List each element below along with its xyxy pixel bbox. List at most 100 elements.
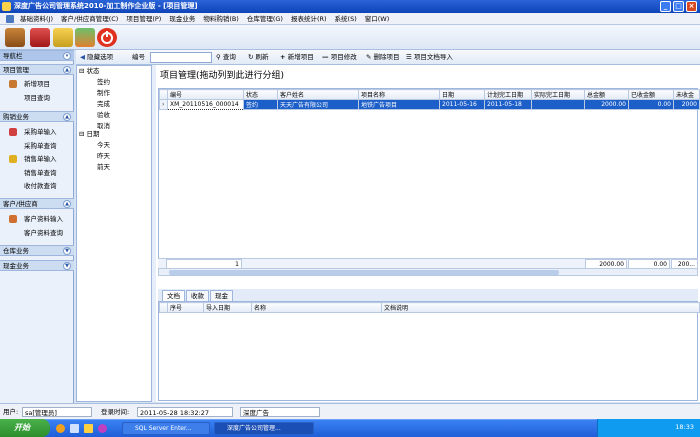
column-header[interactable]: 计划完工日期 [484, 89, 532, 100]
toolbox-icon[interactable] [30, 28, 50, 47]
nav-item-label: 客户资料查询 [24, 229, 63, 237]
chevron-down-icon[interactable]: ▼ [63, 247, 71, 255]
menu-materials[interactable]: 物料购销(B) [199, 13, 243, 25]
window-title: 深度广告公司管理系统2010-加工制作企业版 - [项目管理] [14, 2, 198, 10]
tree-node-date-yesterday[interactable]: 昨天 [97, 152, 110, 161]
main-toolbar [0, 25, 700, 50]
column-header[interactable]: 序号 [167, 302, 204, 313]
users-icon[interactable] [75, 28, 95, 47]
table-cell[interactable]: 地铁广告项目 [358, 99, 440, 110]
menu-window[interactable]: 窗口(W) [361, 13, 394, 25]
column-header[interactable]: 已收金额 [628, 89, 674, 100]
tree-node-date-daybefore[interactable]: 前天 [97, 163, 110, 172]
table-cell[interactable]: 2000.00 [584, 99, 629, 110]
nav-item-customer-query[interactable]: 客户资料查询 [0, 227, 74, 239]
nav-section-cash[interactable]: 现金业务 ▼ [0, 260, 74, 271]
task-sql-server[interactable]: SQL Server Enter... [122, 422, 210, 435]
menu-warehouse[interactable]: 仓库管理(G) [243, 13, 287, 25]
nav-section-warehouse[interactable]: 仓库业务 ▼ [0, 245, 74, 256]
nav-item-purchase-input[interactable]: 采购单输入 [0, 126, 74, 138]
nav-item-purchase-query[interactable]: 采购单查询 [0, 140, 74, 152]
start-button[interactable]: 开始 [0, 419, 50, 437]
nav-item-customer-input[interactable]: 客户资料输入 [0, 213, 74, 225]
column-header[interactable]: 总金额 [584, 89, 629, 100]
menu-cash[interactable]: 现金业务 [165, 13, 199, 25]
nav-section-customer-supplier[interactable]: 客户/供应商 ▲ [0, 198, 74, 209]
quicklaunch-ie-icon[interactable] [56, 424, 65, 433]
code-input[interactable] [150, 52, 212, 63]
table-cell[interactable] [531, 99, 585, 110]
nav-section-purchase-sales[interactable]: 购销业务 ▲ [0, 111, 74, 122]
add-project-button[interactable]: + 新增项目 [280, 52, 314, 63]
edit-project-button[interactable]: — 项目修改 [322, 52, 357, 63]
column-header[interactable]: 编号 [167, 89, 244, 100]
chevron-up-icon[interactable]: ▲ [63, 66, 71, 74]
nav-item-project-query[interactable]: 项目查询 [0, 92, 74, 104]
chevron-down-icon[interactable]: ▼ [63, 262, 71, 270]
column-header[interactable]: 实际完工日期 [531, 89, 585, 100]
grid-footer: 1 2000.00 0.00 200... [158, 258, 698, 269]
delete-project-button[interactable]: ✎ 删除项目 [366, 52, 400, 63]
nav-item-new-project[interactable]: 新增项目 [0, 78, 74, 90]
menu-project[interactable]: 项目管理(P) [122, 13, 165, 25]
nav-section-project[interactable]: 项目管理 ▲ [0, 64, 74, 75]
menu-system[interactable]: 系统(S) [331, 13, 361, 25]
table-cell[interactable]: 天天广告有限公司 [277, 99, 359, 110]
minimize-button[interactable]: _ [660, 1, 671, 12]
table-cell[interactable]: 签约 [243, 99, 278, 110]
tab-documents[interactable]: 文档 [162, 290, 185, 301]
chevron-up-icon[interactable]: ▲ [63, 200, 71, 208]
table-cell[interactable]: 0.00 [628, 99, 674, 110]
table-row[interactable]: › XM_20110516_000014 签约 天天广告有限公司 地铁广告项目 … [159, 99, 700, 110]
menu-basic-data[interactable]: 基础资料(J) [16, 13, 57, 25]
quicklaunch-folder-icon[interactable] [84, 424, 93, 433]
column-header[interactable]: 日期 [439, 89, 485, 100]
quicklaunch-media-icon[interactable] [98, 424, 107, 433]
table-cell[interactable]: 2011-05-16 [439, 99, 485, 110]
tree-node-status-producing[interactable]: 制作 [97, 89, 110, 98]
column-header[interactable]: 项目名称 [358, 89, 440, 100]
nav-item-sales-query[interactable]: 销售单查询 [0, 167, 74, 179]
column-header[interactable]: 客户姓名 [277, 89, 359, 100]
tree-node-status-completed[interactable]: 完成 [97, 100, 110, 109]
table-cell[interactable]: XM_20110516_000014 [167, 99, 244, 110]
column-header[interactable]: 名称 [251, 302, 382, 313]
power-icon[interactable] [97, 28, 117, 47]
nav-header-label: 导航栏 [3, 52, 23, 60]
briefcase-icon[interactable] [5, 28, 25, 47]
column-header[interactable]: 状态 [243, 89, 278, 100]
tree-node-date[interactable]: ⊟ 日期 [79, 130, 100, 139]
tree-node-date-today[interactable]: 今天 [97, 141, 110, 150]
nav-item-payment-query[interactable]: 收付款查询 [0, 180, 74, 192]
project-icon [9, 80, 17, 88]
nav-item-sales-input[interactable]: 销售单输入 [0, 153, 74, 165]
table-cell[interactable]: 2000 [673, 99, 700, 110]
column-header[interactable]: 未收金 [673, 89, 700, 100]
task-app[interactable]: 深度广告公司管理... [214, 422, 314, 435]
tab-receipts[interactable]: 收款 [186, 290, 209, 301]
hide-options-button[interactable]: ◀ 隐藏选项 [80, 52, 113, 63]
column-header[interactable]: 文档说明 [381, 302, 700, 313]
tree-node-status-signed[interactable]: 签约 [97, 78, 110, 87]
tree-node-status-accepted[interactable]: 验收 [97, 111, 110, 120]
tab-cash[interactable]: 现金 [210, 290, 233, 301]
doc-import-button[interactable]: ☰ 项目文档导入 [406, 52, 453, 63]
tree-node-status[interactable]: ⊟ 状态 [79, 67, 100, 76]
scrollbar-thumb[interactable] [169, 270, 559, 275]
horizontal-scrollbar[interactable] [158, 268, 698, 276]
query-button[interactable]: ⚲ 查询 [216, 52, 236, 63]
pin-icon[interactable]: ▾ [63, 52, 71, 60]
menu-reports[interactable]: 报表统计(R) [287, 13, 331, 25]
chevron-up-icon[interactable]: ▲ [63, 113, 71, 121]
money-icon[interactable] [53, 28, 73, 47]
quicklaunch-desktop-icon[interactable] [70, 424, 79, 433]
close-button[interactable]: × [686, 1, 697, 12]
refresh-button[interactable]: ↻ 刷新 [248, 52, 269, 63]
column-header[interactable]: 导入日期 [203, 302, 252, 313]
menu-customer-supplier[interactable]: 客户/供应商管理(C) [57, 13, 122, 25]
maximize-button[interactable]: □ [673, 1, 684, 12]
table-cell[interactable]: 2011-05-18 [484, 99, 532, 110]
nav-header: 导航栏 ▾ [0, 50, 74, 61]
nav-item-label: 收付款查询 [24, 182, 57, 190]
user-label: 用户: [3, 408, 19, 416]
